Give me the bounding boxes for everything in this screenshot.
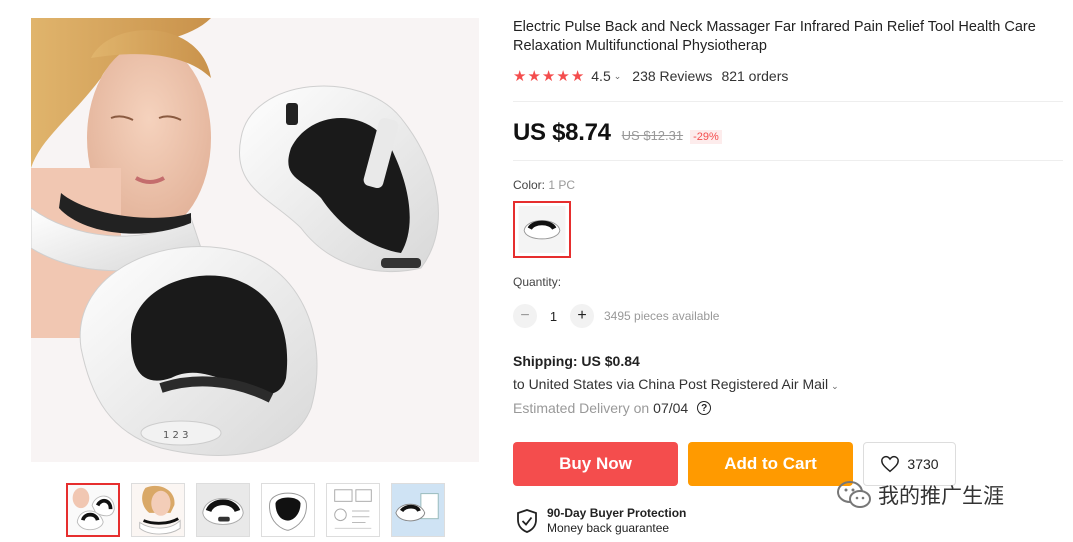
shipping-route[interactable]: to United States via China Post Register… (513, 376, 850, 392)
color-label-text: Color: (513, 178, 546, 192)
protection-subtitle: Money back guarantee (547, 521, 670, 535)
price-row: US $8.74 US $12.31 -29% (513, 119, 722, 147)
quantity-label: Quantity: (513, 275, 562, 289)
orders-count: 821 orders (721, 68, 789, 84)
reviews-link[interactable]: 238 Reviews (632, 68, 712, 84)
thumbnail-6[interactable] (391, 483, 445, 537)
original-price: US $12.31 (621, 128, 684, 143)
shipping-route-text[interactable]: to United States via China Post Register… (513, 376, 828, 392)
star-icon: ★ (541, 67, 556, 85)
thumbnail-strip (66, 483, 445, 537)
star-icon: ★ (556, 67, 570, 85)
thumbnail-2[interactable] (131, 483, 185, 537)
thumbnail-4[interactable] (261, 483, 315, 537)
protection-title: 90-Day Buyer Protection (547, 506, 687, 520)
massager-swatch-icon (518, 206, 566, 253)
color-label: Color: 1 PC (513, 178, 575, 192)
rating-row: ★ ★ ★ ★ ★ 4.5 ⌄ 238 Reviews 821 orders (513, 66, 1065, 86)
accessories-diagram-thumbnail-icon (327, 484, 379, 536)
color-option-1pc[interactable] (513, 201, 571, 258)
quantity-increase-button[interactable]: + (570, 304, 594, 328)
star-icon: ★ (527, 67, 541, 85)
thumbnail-5[interactable] (326, 483, 380, 537)
quantity-stepper: − 1 + 3495 pieces available (513, 304, 719, 328)
massager-black-white-thumbnail-icon (262, 484, 314, 536)
buyer-protection: 90-Day Buyer Protection Money back guara… (516, 506, 686, 536)
rating-stars: ★ ★ ★ ★ ★ (513, 69, 584, 84)
model-wearing-massager-thumbnail-icon (132, 484, 184, 536)
thumbnail-1[interactable] (66, 483, 120, 537)
current-price: US $8.74 (513, 119, 611, 146)
chevron-down-icon[interactable]: ⌄ (831, 381, 839, 391)
wishlist-count: 3730 (907, 456, 939, 472)
delivery-date: 07/04 (653, 400, 689, 416)
shield-check-icon (517, 509, 537, 533)
neck-massager-pair-thumbnail-icon (68, 485, 118, 535)
star-icon: ★ (570, 67, 585, 85)
star-icon: ★ (513, 67, 527, 85)
quantity-input[interactable]: 1 (537, 309, 570, 324)
thumbnail-3[interactable] (196, 483, 250, 537)
pieces-available: 3495 pieces available (604, 309, 720, 323)
product-info: Electric Pulse Back and Neck Massager Fa… (513, 18, 1065, 86)
svg-text:1 2 3: 1 2 3 (163, 430, 188, 441)
watermark: 我的推广生涯 (836, 480, 1004, 510)
chevron-down-icon[interactable]: ⌄ (614, 71, 622, 82)
estimated-delivery: Estimated Delivery on 07/04 ? (513, 400, 712, 416)
help-icon[interactable]: ? (697, 401, 712, 415)
discount-badge: -29% (690, 130, 722, 144)
divider (513, 101, 1063, 102)
main-product-image: 1 2 3 (31, 18, 479, 462)
watermark-text: 我的推广生涯 (878, 484, 1004, 508)
heart-icon (881, 455, 900, 473)
massager-front-thumbnail-icon (197, 484, 249, 536)
wechat-icon (837, 481, 871, 508)
divider (513, 160, 1063, 161)
product-title: Electric Pulse Back and Neck Massager Fa… (513, 19, 1036, 54)
shipping-title: Shipping: US $0.84 (513, 353, 640, 369)
rating-value[interactable]: 4.5 (591, 68, 610, 84)
quantity-decrease-button[interactable]: − (513, 304, 537, 328)
buy-now-button[interactable]: Buy Now (513, 442, 678, 486)
add-to-cart-button[interactable]: Add to Cart (688, 442, 853, 486)
delivery-label: Estimated Delivery on (513, 400, 650, 416)
massager-blue-background-thumbnail-icon (392, 484, 444, 536)
color-selected-value: 1 PC (548, 178, 576, 192)
